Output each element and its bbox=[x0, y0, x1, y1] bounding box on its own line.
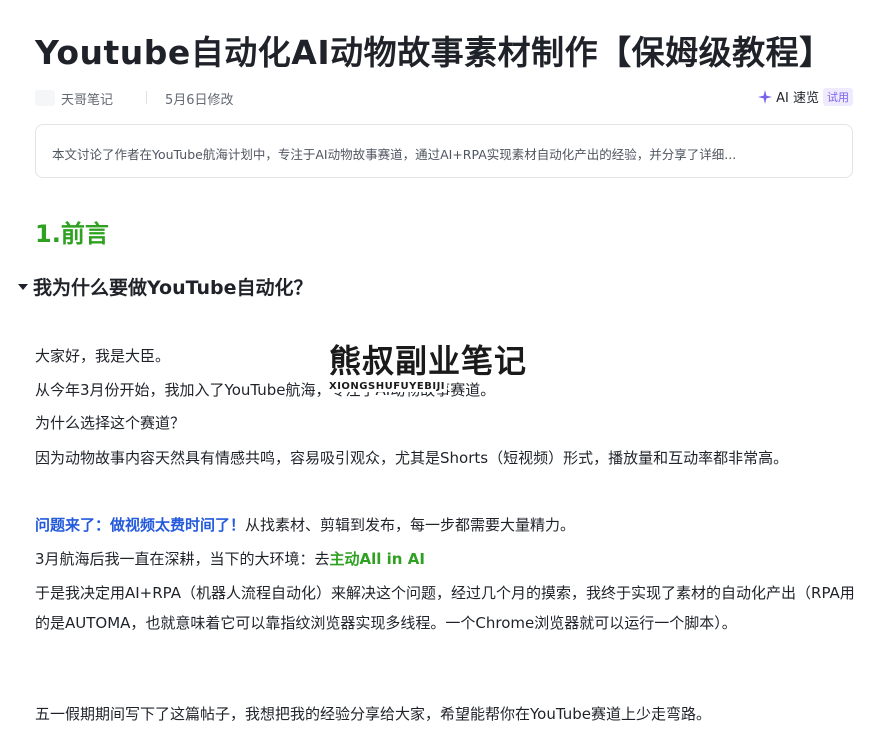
document-meta: 天哥笔记 5月6日修改 AI 速览 试用 bbox=[35, 87, 855, 108]
meta-divider bbox=[146, 91, 147, 104]
problem-highlight: 问题来了：做视频太费时间了！ bbox=[35, 516, 246, 534]
heading-why-youtube-text: 我为什么要做YouTube自动化？ bbox=[33, 277, 313, 299]
author-name[interactable]: 天哥笔记 bbox=[61, 89, 113, 108]
paragraph-all-in-ai: 3月航海后我一直在深耕，当下的大环境：去主动All in AI bbox=[35, 544, 855, 574]
author-avatar[interactable] bbox=[35, 90, 55, 106]
paragraph-problem: 问题来了：做视频太费时间了！从找素材、剪辑到发布，每一步都需要大量精力。 bbox=[35, 510, 855, 540]
sparkle-icon bbox=[758, 89, 773, 104]
ai-summary-button[interactable]: AI 速览 试用 bbox=[758, 87, 853, 106]
paragraph-share: 五一假期期间写下了这篇帖子，我想把我的经验分享给大家，希望能帮你在YouTube… bbox=[35, 705, 712, 723]
heading-why-youtube: 我为什么要做YouTube自动化？ bbox=[18, 273, 312, 300]
modified-date: 5月6日修改 bbox=[165, 93, 234, 108]
all-in-ai-prefix: 3月航海后我一直在深耕，当下的大环境：去 bbox=[35, 550, 330, 568]
heading-intro: 1.前言 bbox=[35, 220, 109, 248]
paragraph-why-track: 为什么选择这个赛道？ bbox=[35, 414, 186, 432]
ai-summary-box[interactable]: 本文讨论了作者在YouTube航海计划中，专注于AI动物故事赛道，通过AI+RP… bbox=[35, 124, 853, 178]
paragraph-joined: 从今年3月份开始，我加入了YouTube航海，专注于AI动物故事赛道。 bbox=[35, 381, 496, 399]
document-title: Youtube自动化AI动物故事素材制作【保姆级教程】 bbox=[35, 33, 833, 72]
all-in-ai-highlight: 主动All in AI bbox=[329, 550, 425, 568]
problem-rest: 从找素材、剪辑到发布，每一步都需要大量精力。 bbox=[245, 516, 576, 534]
paragraph-reason: 因为动物故事内容天然具有情感共鸣，容易吸引观众，尤其是Shorts（短视频）形式… bbox=[35, 449, 789, 467]
paragraph-greeting: 大家好，我是大臣。 bbox=[35, 347, 171, 365]
collapse-caret-icon[interactable] bbox=[18, 283, 28, 290]
ai-summary-label: AI 速览 bbox=[776, 91, 819, 106]
trial-badge: 试用 bbox=[823, 87, 853, 106]
paragraph-rpa: 于是我决定用AI+RPA（机器人流程自动化）来解决这个问题，经过几个月的摸索，我… bbox=[35, 584, 855, 632]
